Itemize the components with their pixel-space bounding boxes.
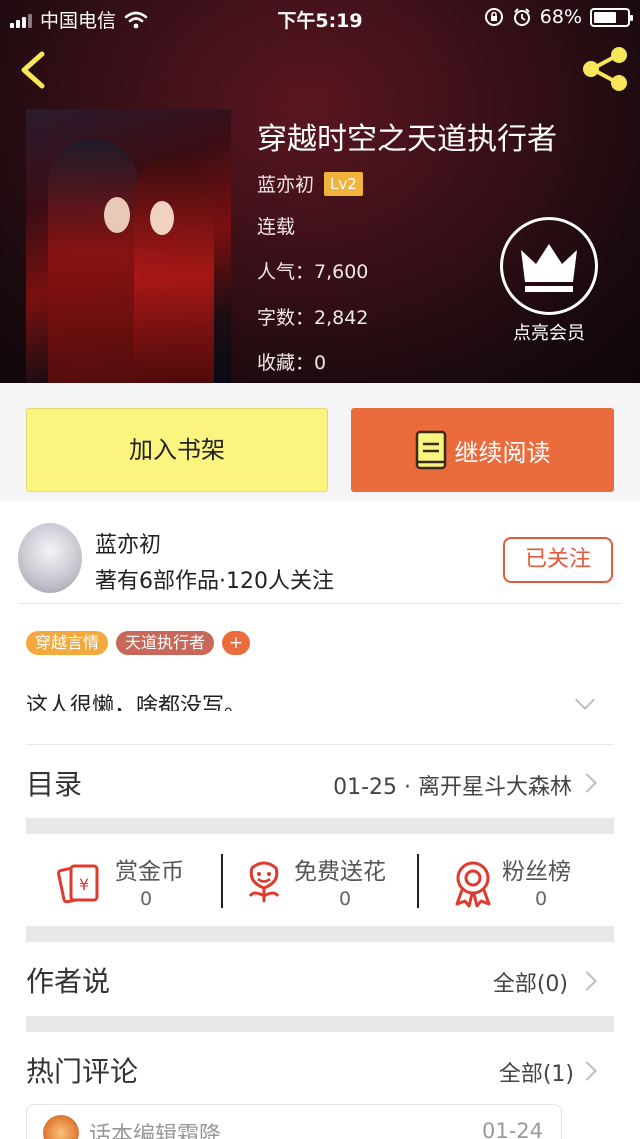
popularity: 人气：7,600 xyxy=(257,261,369,283)
table-of-contents-row[interactable]: 目录 01-25 · 离开星斗大森林 xyxy=(0,711,640,818)
stat-label: 粉丝榜 xyxy=(502,859,571,885)
stat-value: 0 xyxy=(139,888,153,910)
alarm-icon xyxy=(513,8,530,26)
add-to-shelf-button[interactable]: 加入书架 xyxy=(26,408,328,492)
author-card: 蓝亦初 著有6部作品·120人关注 已关注 穿越言情 天道执行者 + 这人很懒，… xyxy=(0,501,640,719)
battery-percent: 68% xyxy=(539,6,582,28)
status-bar: 中国电信 下午5:19 68% xyxy=(0,0,640,36)
fan-ranking-button[interactable]: 粉丝榜 0 xyxy=(452,846,632,916)
author-card-stats: 著有6部作品·120人关注 xyxy=(95,569,334,594)
support-row: ¥ 赏金币 0 免费送花 0 粉丝榜 0 xyxy=(0,834,640,926)
author-card-name[interactable]: 蓝亦初 xyxy=(95,527,161,559)
hot-comments-all[interactable]: 全部(1) xyxy=(499,1056,574,1088)
serial-status: 连载 xyxy=(257,216,296,238)
divider xyxy=(417,854,419,908)
chevron-left-icon xyxy=(21,51,45,89)
continue-reading-button[interactable]: 继续阅读 xyxy=(351,408,614,492)
rotation-lock-icon xyxy=(484,8,503,26)
divider xyxy=(26,744,614,745)
author-avatar[interactable] xyxy=(18,523,82,593)
reward-coins-button[interactable]: ¥ 赏金币 0 xyxy=(57,846,237,916)
commenter-avatar[interactable] xyxy=(43,1115,79,1139)
favorites-count: 收藏：0 xyxy=(257,352,327,374)
divider xyxy=(18,603,622,604)
hot-comments-title: 热门评论 xyxy=(26,1055,139,1088)
toc-title: 目录 xyxy=(26,768,83,801)
svg-text:¥: ¥ xyxy=(79,875,89,894)
book-header: 中国电信 下午5:19 68% 穿越时空之天道执行者 蓝亦初 Lv2 连载 人气… xyxy=(0,0,640,383)
author-name[interactable]: 蓝亦初 xyxy=(257,170,314,197)
chevron-right-icon[interactable] xyxy=(577,1061,597,1081)
comment-item[interactable]: 话本编辑霜降 01-24 xyxy=(26,1104,562,1139)
continue-reading-label: 继续阅读 xyxy=(454,438,551,467)
add-tag-button[interactable]: + xyxy=(222,631,251,655)
author-says-title: 作者说 xyxy=(26,965,111,998)
vip-button[interactable]: 点亮会员 xyxy=(500,217,598,345)
chevron-right-icon xyxy=(577,773,597,793)
author-says-all: 全部(0) xyxy=(492,972,568,997)
send-flower-button[interactable]: 免费送花 0 xyxy=(244,846,424,916)
book-cover[interactable] xyxy=(26,109,231,383)
commenter-name: 话本编辑霜降 xyxy=(89,1123,222,1139)
medal-icon xyxy=(455,861,491,908)
stat-value: 0 xyxy=(338,888,352,910)
author-says-row[interactable]: 作者说 全部(0) xyxy=(0,942,640,1016)
stat-label: 免费送花 xyxy=(294,859,386,885)
follow-button[interactable]: 已关注 xyxy=(503,537,613,583)
section-separator xyxy=(26,818,614,834)
book-title: 穿越时空之天道执行者 xyxy=(257,122,557,157)
latest-chapter: 01-25 · 离开星斗大森林 xyxy=(333,775,572,800)
red-envelope-icon: ¥ xyxy=(57,864,99,904)
back-button[interactable] xyxy=(14,48,54,92)
section-separator xyxy=(26,1016,614,1032)
share-icon xyxy=(583,47,627,91)
tag-list: 穿越言情 天道执行者 + xyxy=(26,631,251,655)
vip-label: 点亮会员 xyxy=(513,323,585,344)
status-right: 68% xyxy=(484,6,633,28)
share-button[interactable] xyxy=(580,46,630,92)
author-line: 蓝亦初 Lv2 xyxy=(257,170,363,197)
comment-date: 01-24 xyxy=(481,1119,543,1139)
crown-icon xyxy=(500,217,598,315)
level-badge: Lv2 xyxy=(324,171,363,196)
chevron-right-icon xyxy=(577,971,597,991)
action-bar: 加入书架 继续阅读 xyxy=(0,383,640,501)
battery-icon xyxy=(590,7,633,27)
book-icon xyxy=(415,430,446,470)
divider xyxy=(221,854,223,908)
section-separator xyxy=(26,926,614,942)
tag-chip[interactable]: 穿越言情 xyxy=(26,631,109,655)
stat-value: 0 xyxy=(534,888,548,910)
word-count: 字数：2,842 xyxy=(257,307,369,329)
flower-icon xyxy=(248,861,280,902)
stat-label: 赏金币 xyxy=(115,859,184,885)
hot-comments-section: 热门评论 全部(1) 话本编辑霜降 01-24 xyxy=(0,1032,640,1139)
tag-chip[interactable]: 天道执行者 xyxy=(116,631,215,655)
expand-chevron-icon[interactable] xyxy=(575,690,595,710)
